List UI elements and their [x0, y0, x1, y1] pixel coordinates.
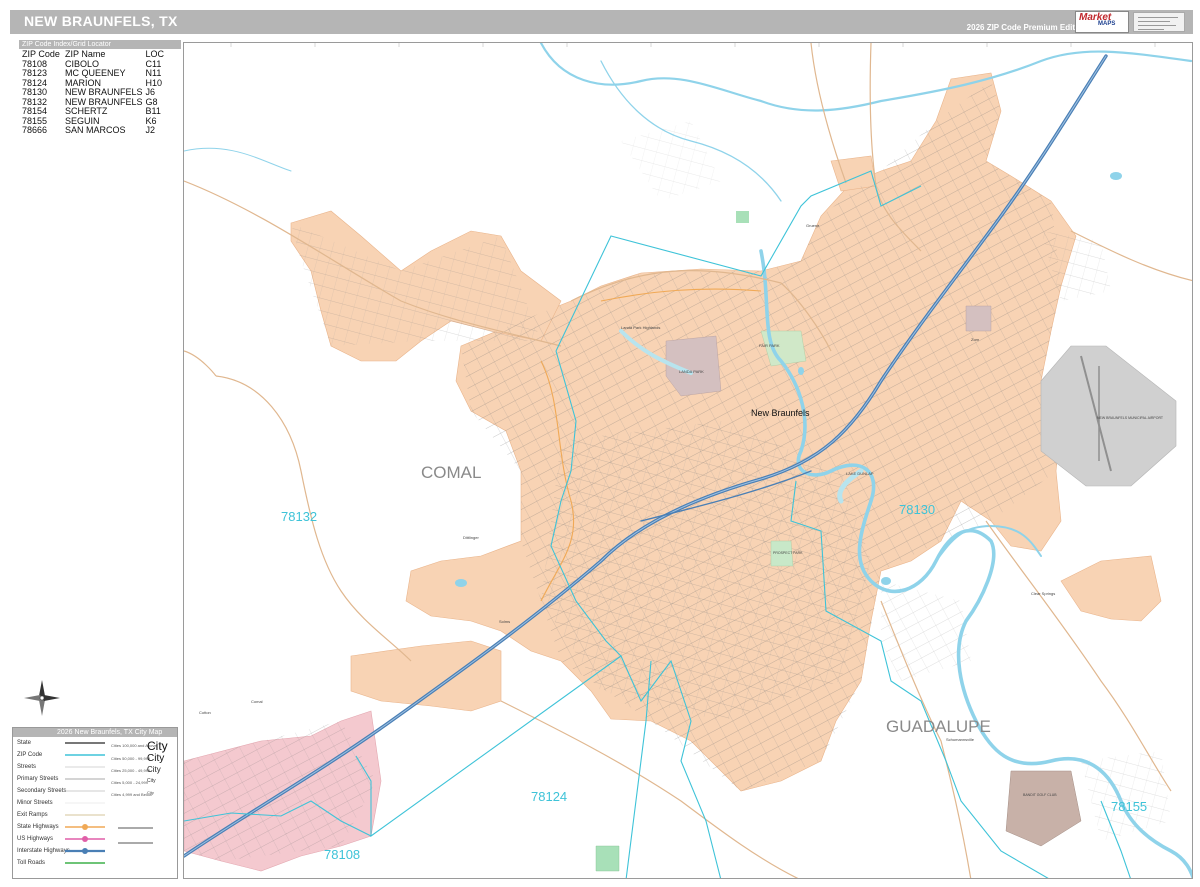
county-label-comal: COMAL — [421, 463, 481, 482]
map-legend: 2026 New Braunfels, TX City Map State ZI… — [12, 727, 178, 879]
legend-city-label: City — [147, 778, 156, 784]
edition-label: 2026 ZIP Code Premium Edition — [966, 23, 1087, 32]
logo-sub-text: MAPS — [1098, 21, 1116, 27]
place-label: LANDA PARK — [679, 369, 704, 374]
place-label: BANDIT GOLF CLUB — [1023, 793, 1057, 797]
zip-label-78108: 78108 — [324, 847, 360, 862]
table-row: 78666 SAN MARCOS J2 — [19, 125, 164, 136]
zip-label-78130: 78130 — [899, 502, 935, 517]
place-label: Landa Park Highlands — [621, 325, 660, 330]
place-label: Cotton — [199, 710, 211, 715]
zip-index-title: ZIP Code Index/Grid Locator — [19, 40, 181, 49]
compass-icon — [24, 680, 60, 716]
zip-index-table: ZIP Code ZIP Name LOC 78108 CIBOLO C11 781… — [19, 49, 164, 136]
county-label-guadalupe: GUADALUPE — [886, 717, 991, 736]
legend-city-range: Cities 5,000 - 24,999 — [111, 780, 148, 785]
place-label: FAIR PARK — [759, 343, 780, 348]
zip-label-78124: 78124 — [531, 789, 567, 804]
place-label: Clear Springs — [1031, 591, 1055, 596]
legend-city-label: City — [147, 739, 168, 753]
loc-cell: J2 — [145, 125, 156, 135]
copyright-stamp — [1133, 12, 1185, 32]
place-label: PROSPECT PARK — [773, 551, 803, 555]
zip-name-cell: SAN MARCOS — [65, 125, 126, 135]
place-label: Gruene — [806, 223, 820, 228]
map-svg: COMAL GUADALUPE 78132 78130 78124 78108 … — [184, 43, 1192, 878]
compass-rose — [22, 678, 62, 718]
zip-label-78155: 78155 — [1111, 799, 1147, 814]
place-label: Schumannsville — [946, 737, 975, 742]
legend-city-label: City — [147, 753, 165, 764]
grid-ticks — [230, 43, 1156, 47]
map-canvas[interactable]: COMAL GUADALUPE 78132 78130 78124 78108 … — [183, 42, 1193, 879]
place-label: Comal — [251, 699, 263, 704]
legend-city-label: City — [147, 765, 161, 774]
golf-club-area — [1005, 770, 1082, 847]
street-network — [184, 81, 1171, 861]
place-label: Dittlinger — [463, 535, 479, 540]
zip-code-index: ZIP Code Index/Grid Locator ZIP Code ZIP… — [19, 40, 181, 135]
market-maps-logo: Market MAPS — [1075, 11, 1129, 33]
legend-city-range: Cities 4,999 and Below — [111, 792, 152, 797]
place-label: NEW BRAUNFELS MUNICIPAL AIRPORT — [1097, 416, 1164, 420]
zip-label-78132: 78132 — [281, 509, 317, 524]
zip-cell: 78666 — [22, 125, 48, 135]
place-label: LAKE DUNLAP — [846, 471, 874, 476]
place-label: Zorn — [971, 337, 979, 342]
legend-city-label: City — [147, 790, 154, 795]
legend-city-range: Cities 50,000 - 99,999 — [111, 756, 151, 761]
map-title: NEW BRAUNFELS, TX — [24, 13, 178, 29]
city-label-new-braunfels: New Braunfels — [751, 408, 810, 418]
place-label: Solms — [499, 619, 510, 624]
legend-city-range: Cities 25,000 - 49,999 — [111, 768, 151, 773]
map-header: NEW BRAUNFELS, TX 2026 ZIP Code Premium … — [10, 10, 1193, 34]
